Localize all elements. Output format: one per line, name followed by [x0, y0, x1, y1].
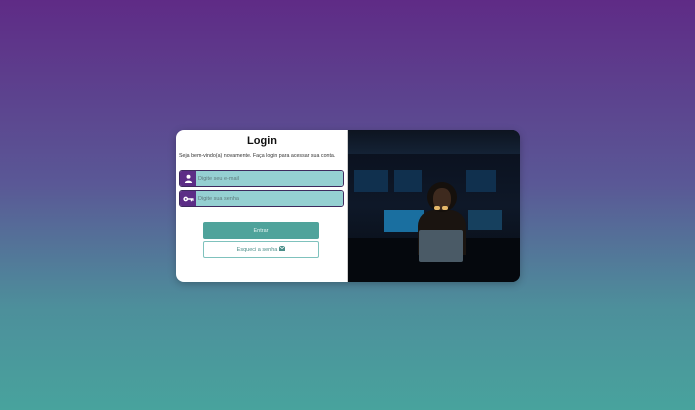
- login-title: Login: [247, 135, 277, 147]
- login-card: Login Seja bem-vindo(a) novamente. Faça …: [176, 130, 520, 282]
- background-monitor: [468, 210, 502, 230]
- email-field: [179, 170, 344, 187]
- user-icon: [180, 171, 196, 186]
- login-form: Login Seja bem-vindo(a) novamente. Faça …: [176, 130, 348, 282]
- key-icon: [180, 191, 196, 206]
- glasses-glow: [434, 197, 450, 210]
- password-field: [179, 190, 344, 207]
- email-input[interactable]: [196, 171, 343, 186]
- login-subtitle: Seja bem-vindo(a) novamente. Faça login …: [179, 153, 336, 159]
- background-monitor: [466, 170, 496, 192]
- forgot-password-label: Esqueci a senha: [236, 246, 278, 253]
- hero-image: [348, 130, 520, 282]
- password-input[interactable]: [196, 191, 343, 206]
- forgot-password-button[interactable]: Esqueci a senha: [203, 241, 319, 258]
- laptop: [419, 230, 463, 262]
- office-ceiling: [348, 130, 520, 154]
- background-monitor: [394, 170, 422, 192]
- submit-button[interactable]: Entrar: [203, 222, 319, 239]
- background-monitor: [354, 170, 388, 192]
- envelope-icon: [279, 245, 286, 253]
